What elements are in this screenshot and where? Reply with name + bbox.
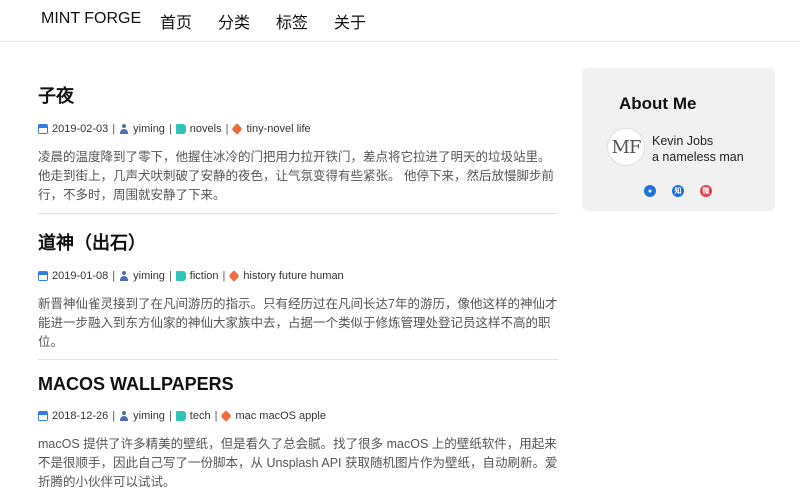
post-category[interactable]: tech <box>190 410 211 422</box>
post-category[interactable]: fiction <box>190 270 219 282</box>
post-title[interactable]: 道神（出石） <box>38 229 558 255</box>
top-navbar: MINT FORGE 首页 分类 标签 关于 <box>0 0 800 42</box>
post-excerpt: 新晋神仙雀灵接到了在凡间游历的指示。只有经历过在凡间长达7年的游历，像他这样的神… <box>38 297 558 349</box>
about-title: About Me <box>619 94 697 113</box>
post-title[interactable]: MACOS WALLPAPERS <box>38 374 558 395</box>
post-tags[interactable]: tiny-novel life <box>246 123 310 135</box>
github-icon[interactable]: ● <box>644 185 656 197</box>
post-excerpt: 凌晨的温度降到了零下，他握住冰冷的门把用力拉开铁门，差点将它拉进了明天的垃圾站里… <box>38 150 554 202</box>
meta-separator: | <box>168 270 172 282</box>
nav-link-tags[interactable]: 标签 <box>276 9 308 33</box>
post-tags[interactable]: mac macOS apple <box>235 410 325 422</box>
folder-icon <box>175 124 186 134</box>
post-meta: 2019-01-08 | yiming | fiction | history … <box>38 269 558 283</box>
post-item: MACOS WALLPAPERS 2018-12-26 | yiming | t… <box>38 374 558 492</box>
post-title[interactable]: 子夜 <box>38 82 558 108</box>
meta-separator: | <box>225 123 229 135</box>
post-author[interactable]: yiming <box>133 123 165 135</box>
tag-icon <box>231 123 244 135</box>
meta-separator: | <box>168 410 172 422</box>
site-brand[interactable]: MINT FORGE <box>41 10 141 28</box>
meta-separator: | <box>112 270 116 282</box>
post-meta: 2018-12-26 | yiming | tech | mac macOS a… <box>38 409 558 423</box>
nav-link-about[interactable]: 关于 <box>334 9 366 33</box>
author-name: Kevin Jobs <box>652 134 714 148</box>
author-bio: a nameless man <box>652 150 744 164</box>
post-item: 道神（出石） 2019-01-08 | yiming | fiction | h… <box>38 229 558 352</box>
meta-separator: | <box>222 270 226 282</box>
post-divider <box>38 213 558 214</box>
tag-icon <box>220 410 233 422</box>
meta-separator: | <box>112 410 116 422</box>
post-category[interactable]: novels <box>190 123 222 135</box>
calendar-icon <box>38 271 48 281</box>
meta-separator: | <box>112 123 116 135</box>
post-divider <box>38 359 558 360</box>
folder-icon <box>175 411 186 421</box>
nav-link-categories[interactable]: 分类 <box>218 9 250 33</box>
avatar: MF <box>607 128 645 166</box>
calendar-icon <box>38 411 48 421</box>
post-meta: 2019-02-03 | yiming | novels | tiny-nove… <box>38 122 558 136</box>
post-date: 2019-01-08 <box>52 270 109 282</box>
user-icon <box>119 411 129 421</box>
nav-link-home[interactable]: 首页 <box>160 9 192 33</box>
post-excerpt: macOS 提供了许多精美的壁纸，但是看久了总会腻。找了很多 macOS 上的壁… <box>38 437 558 489</box>
zhihu-icon[interactable]: 知 <box>672 185 684 197</box>
user-icon <box>119 124 129 134</box>
meta-separator: | <box>168 123 172 135</box>
post-author[interactable]: yiming <box>133 270 165 282</box>
post-item: 子夜 2019-02-03 | yiming | novels | tiny-n… <box>38 82 558 205</box>
user-icon <box>119 271 129 281</box>
calendar-icon <box>38 124 48 134</box>
tag-icon <box>228 270 241 282</box>
about-me-card: About Me MF Kevin Jobs a nameless man ● … <box>582 68 775 211</box>
post-author[interactable]: yiming <box>133 410 165 422</box>
folder-icon <box>175 271 186 281</box>
post-tags[interactable]: history future human <box>243 270 343 282</box>
post-date: 2018-12-26 <box>52 410 109 422</box>
post-date: 2019-02-03 <box>52 123 109 135</box>
meta-separator: | <box>214 410 218 422</box>
weibo-icon[interactable]: 微 <box>700 185 712 197</box>
